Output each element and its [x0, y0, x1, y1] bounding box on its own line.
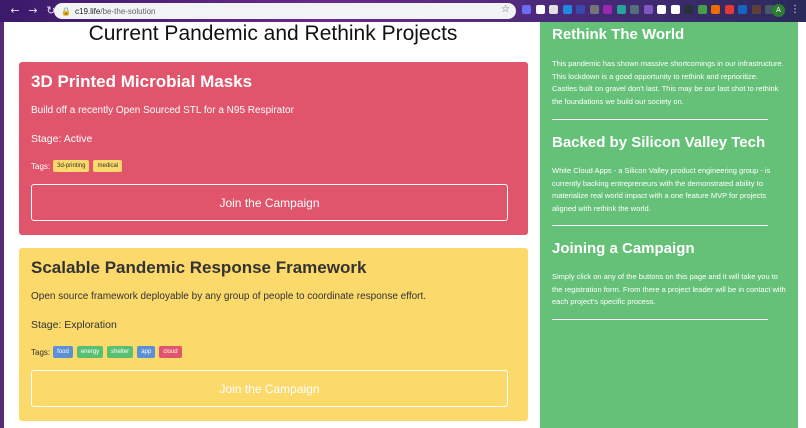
project-stage: Stage: Active	[31, 133, 93, 145]
browser-menu-icon[interactable]: ⋮	[790, 4, 800, 16]
extensions-bar	[522, 5, 779, 14]
sidebar-divider	[552, 119, 768, 120]
extension-icon[interactable]	[562, 5, 572, 14]
page-title: Current Pandemic and Rethink Projects	[88, 22, 458, 45]
extension-icon[interactable]	[697, 5, 707, 14]
profile-avatar[interactable]: A	[772, 4, 785, 17]
project-tags: Tags: 3d-printing medical	[31, 160, 516, 172]
extension-icon[interactable]	[616, 5, 626, 14]
sidebar-divider	[552, 225, 768, 226]
sidebar: Rethink The World This pandemic has show…	[540, 22, 802, 428]
sidebar-title-joining: Joining a Campaign	[552, 240, 695, 257]
tag-medical[interactable]: medical	[93, 160, 123, 172]
extension-icon[interactable]	[630, 5, 639, 14]
extension-icon[interactable]	[603, 5, 612, 14]
extension-icon[interactable]	[751, 5, 761, 14]
tag-3d-printing[interactable]: 3d-printing	[53, 160, 90, 172]
extension-icon[interactable]	[684, 5, 693, 14]
project-title: 3D Printed Microbial Masks	[31, 72, 253, 91]
project-title: Scalable Pandemic Response Framework	[31, 258, 367, 277]
extension-icon[interactable]	[724, 5, 734, 14]
extension-icon[interactable]	[589, 5, 599, 14]
extension-icon[interactable]	[738, 5, 747, 14]
bookmark-star-icon[interactable]: ☆	[501, 4, 510, 15]
project-card-masks: 3D Printed Microbial Masks Build off a r…	[19, 62, 528, 235]
tag-shelter[interactable]: shelter	[107, 346, 134, 358]
sidebar-paragraph: Simply click on any of the buttons on th…	[552, 272, 786, 306]
sidebar-divider	[552, 318, 768, 320]
scrollbar[interactable]	[798, 22, 806, 428]
back-arrow-icon[interactable]: ←	[8, 4, 22, 18]
url-text[interactable]: c19.life/be-the-solution	[75, 7, 156, 16]
sidebar-paragraph: This pandemic has shown massive shortcom…	[552, 59, 784, 81]
extension-icon[interactable]	[535, 5, 545, 14]
project-card-framework: Scalable Pandemic Response Framework Ope…	[19, 248, 528, 421]
page-viewport: Current Pandemic and Rethink Projects 3D…	[4, 22, 802, 428]
join-campaign-button[interactable]: Join the Campaign	[31, 370, 508, 407]
tags-label: Tags:	[31, 347, 51, 357]
sidebar-title-backed: Backed by Silicon Valley Tech	[552, 134, 766, 151]
extension-icon[interactable]	[643, 5, 653, 14]
extension-icon[interactable]	[711, 5, 720, 14]
main-column: Current Pandemic and Rethink Projects 3D…	[4, 22, 540, 428]
extension-icon[interactable]	[549, 5, 558, 14]
extension-icon[interactable]	[670, 5, 680, 14]
extension-icon[interactable]	[576, 5, 585, 14]
tags-label: Tags:	[31, 161, 51, 171]
address-bar[interactable]: 🔒 c19.life/be-the-solution ☆	[54, 3, 516, 19]
tag-food[interactable]: food	[53, 346, 73, 358]
project-stage: Stage: Exploration	[31, 319, 117, 331]
tag-app[interactable]: app	[137, 346, 156, 358]
tag-energy[interactable]: energy	[76, 346, 104, 358]
sidebar-paragraph: White Cloud Apps - a Silicon Valley prod…	[552, 166, 771, 213]
project-description: Build off a recently Open Sourced STL fo…	[31, 105, 294, 116]
project-description: Open source framework deployable by any …	[31, 291, 427, 302]
join-campaign-button[interactable]: Join the Campaign	[31, 184, 508, 221]
extension-icon[interactable]	[522, 5, 531, 14]
browser-toolbar: ← → ↻ 🔒 c19.life/be-the-solution ☆ A ⋮	[0, 0, 806, 22]
url-path: /be-the-solution	[100, 6, 156, 16]
url-host: c19.life	[75, 6, 101, 16]
forward-arrow-icon[interactable]: →	[26, 4, 40, 18]
lock-icon[interactable]: 🔒	[61, 7, 71, 16]
tag-cloud[interactable]: cloud	[159, 346, 182, 358]
extension-icon[interactable]	[657, 5, 666, 14]
sidebar-title-rethink: Rethink The World	[552, 26, 685, 43]
project-tags: Tags: food energy shelter app cloud	[31, 346, 516, 358]
sidebar-paragraph: Castles built on gravel don't last. This…	[552, 84, 779, 106]
